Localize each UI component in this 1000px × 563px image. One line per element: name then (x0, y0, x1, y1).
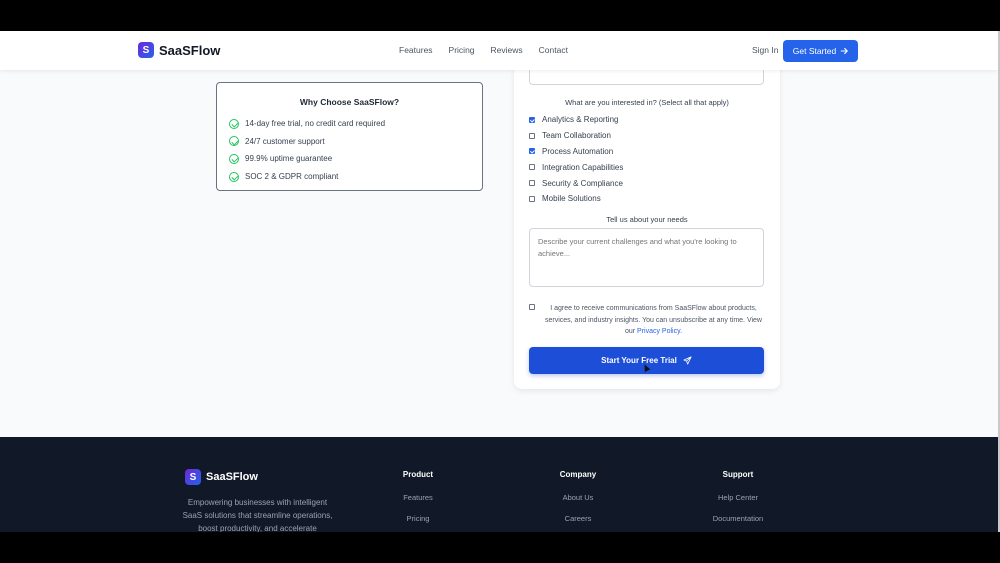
checkbox-label: Team Collaboration (542, 131, 611, 141)
list-item-label: SOC 2 & GDPR compliant (245, 172, 339, 182)
interest-integration[interactable]: Integration Capabilities (529, 159, 623, 175)
checkbox-label: Security & Compliance (542, 178, 623, 188)
why-choose-title: Why Choose SaaSFlow? (299, 97, 400, 107)
footer-link-help[interactable]: Help Center (706, 493, 770, 502)
checkbox[interactable] (529, 132, 535, 139)
logo-mark-icon: S (138, 42, 154, 58)
footer-col-product: Product Features Pricing (396, 470, 440, 532)
checkbox-label: Process Automation (542, 146, 614, 156)
checkbox[interactable] (529, 195, 535, 202)
interests-title: What are you interested in? (Select all … (565, 98, 729, 107)
sign-in-link[interactable]: Sign In (752, 45, 778, 55)
list-item-label: 99.9% uptime guarantee (245, 154, 333, 164)
get-started-label: Get Started (792, 46, 837, 56)
page-viewport: S SaaSFlow Features Pricing Reviews Cont… (0, 31, 998, 532)
checkbox-label: Mobile Solutions (542, 194, 601, 204)
privacy-policy-link[interactable]: Privacy Policy. (637, 328, 682, 335)
checkbox[interactable] (529, 164, 535, 171)
footer-logo[interactable]: S SaaSFlow (185, 469, 258, 485)
footer-col-support: Support Help Center Documentation (706, 470, 770, 532)
footer-link-pricing[interactable]: Pricing (396, 514, 440, 523)
submit-label: Start Your Free Trial (601, 356, 677, 365)
main-nav: Features Pricing Reviews Contact (399, 45, 584, 55)
footer-col-company: Company About Us Careers (553, 470, 603, 532)
checkbox-label: Analytics & Reporting (542, 115, 619, 125)
get-started-button[interactable]: Get Started (783, 40, 858, 62)
checkbox[interactable] (529, 148, 535, 155)
footer-col-title: Company (559, 470, 597, 479)
check-circle-icon (229, 118, 239, 129)
arrow-right-icon (841, 47, 849, 55)
footer-col-title: Product (402, 470, 434, 479)
list-item-label: 24/7 customer support (245, 136, 325, 146)
interests-list: Analytics & Reporting Team Collaboration… (529, 112, 623, 207)
signup-form-card: What are you interested in? (Select all … (514, 31, 780, 389)
nav-contact[interactable]: Contact (539, 45, 568, 55)
list-item-label: 14-day free trial, no credit card requir… (245, 119, 386, 129)
interest-mobile[interactable]: Mobile Solutions (529, 191, 623, 207)
needs-title: Tell us about your needs (606, 215, 688, 224)
site-footer: S SaaSFlow Empowering businesses with in… (0, 437, 998, 532)
list-item: 24/7 customer support (229, 133, 385, 151)
footer-description: Empowering businesses with intelligent S… (182, 498, 333, 532)
footer-link-features[interactable]: Features (396, 493, 440, 502)
why-choose-card: Why Choose SaaSFlow? 14-day free trial, … (216, 82, 483, 191)
brand-logo[interactable]: S SaaSFlow (138, 42, 220, 58)
nav-features[interactable]: Features (399, 45, 433, 55)
list-item: SOC 2 & GDPR compliant (229, 168, 385, 186)
footer-link-careers[interactable]: Careers (553, 514, 603, 523)
footer-link-docs[interactable]: Documentation (706, 514, 770, 523)
nav-reviews[interactable]: Reviews (491, 45, 523, 55)
interest-analytics[interactable]: Analytics & Reporting (529, 112, 623, 128)
checkbox[interactable] (529, 116, 535, 123)
list-item: 99.9% uptime guarantee (229, 150, 385, 168)
nav-pricing[interactable]: Pricing (449, 45, 475, 55)
interest-collaboration[interactable]: Team Collaboration (529, 128, 623, 144)
agree-text: I agree to receive communications from S… (541, 303, 766, 338)
site-header: S SaaSFlow Features Pricing Reviews Cont… (0, 31, 998, 70)
logo-mark-icon: S (185, 469, 201, 485)
agree-checkbox[interactable] (529, 304, 535, 310)
check-circle-icon (229, 171, 239, 182)
footer-col-title: Support (722, 470, 754, 479)
checkbox-label: Integration Capabilities (542, 162, 624, 172)
send-icon (683, 356, 692, 365)
interest-automation[interactable]: Process Automation (529, 144, 623, 160)
brand-name: SaaSFlow (159, 42, 221, 58)
interest-security[interactable]: Security & Compliance (529, 175, 623, 191)
why-choose-list: 14-day free trial, no credit card requir… (229, 115, 385, 185)
footer-link-about[interactable]: About Us (553, 493, 603, 502)
needs-textarea[interactable] (529, 228, 764, 287)
check-circle-icon (229, 136, 239, 147)
check-circle-icon (229, 153, 239, 164)
footer-brand-name: SaaSFlow (206, 471, 258, 483)
checkbox[interactable] (529, 180, 535, 187)
list-item: 14-day free trial, no credit card requir… (229, 115, 385, 133)
